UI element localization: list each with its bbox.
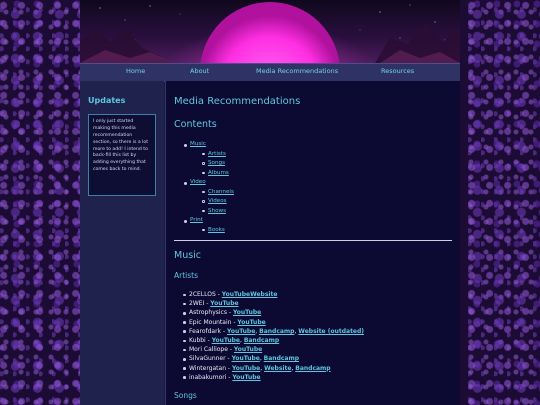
nav-link-about[interactable]: About — [190, 67, 209, 75]
toc-link-songs[interactable]: Songs — [208, 160, 225, 166]
artist-link-bandcamp[interactable]: Bandcamp — [244, 337, 279, 344]
artist-link-youtube[interactable]: YouTube — [212, 337, 240, 344]
toc-link-music[interactable]: Music — [190, 141, 206, 147]
toc-item: Channels — [202, 188, 234, 198]
artist-name: inabakumori — [189, 373, 227, 381]
toc-link-artists[interactable]: Artists — [208, 151, 226, 157]
artist-list-item: Astrophysics - YouTube — [182, 308, 364, 317]
artist-list-item: SilvaGunner - YouTube, Bandcamp — [182, 354, 364, 363]
artist-link-youtube[interactable]: YouTube — [234, 346, 262, 353]
toc-link-video[interactable]: Video — [190, 179, 206, 185]
toc-item: Books — [202, 226, 234, 236]
artist-list-item: Mori Calliope - YouTube — [182, 345, 364, 354]
artist-name: Kubbi — [189, 337, 206, 345]
artist-link-youtube[interactable]: YouTube — [227, 328, 255, 335]
header-banner — [80, 0, 460, 63]
artist-name: 2CELLOS — [189, 291, 216, 298]
toc-item: Music — [184, 140, 234, 150]
toc-link-albums[interactable]: Albums — [208, 170, 229, 176]
updates-note: I only just started making this media re… — [88, 114, 156, 196]
artist-link-youtube[interactable]: YouTube — [232, 374, 260, 381]
artist-link-youtube[interactable]: YouTube — [232, 355, 260, 362]
toc-item: Shows — [202, 207, 234, 217]
artist-link-bandcamp[interactable]: Bandcamp — [259, 328, 294, 335]
artist-link-youtube[interactable]: YouTube — [210, 300, 238, 307]
toc-item: Print — [184, 216, 234, 226]
toc-item: Songs — [202, 159, 234, 169]
contents-heading: Contents — [174, 119, 217, 130]
artist-link-youtube[interactable]: YouTube — [237, 319, 265, 326]
artist-name: Astrophysics — [189, 309, 227, 317]
toc-link-shows[interactable]: Shows — [208, 208, 226, 214]
nav-link-media-recommendations[interactable]: Media Recommendations — [256, 67, 338, 75]
artist-name: Wintergatan — [189, 364, 226, 372]
artists-list: 2CELLOS - YouTubeWebsite 2WEI - YouTube As… — [182, 290, 364, 382]
main-navigation: Home About Media Recommendations Resourc… — [80, 63, 460, 82]
artist-link-bandcamp[interactable]: Bandcamp — [264, 355, 299, 362]
sidebar-title: Updates — [88, 96, 126, 105]
artist-link-youtube[interactable]: YouTube — [232, 365, 260, 372]
toc-link-books[interactable]: Books — [208, 227, 225, 233]
toc-link-videos[interactable]: Videos — [208, 198, 227, 204]
artist-list-item: inabakumori - YouTube — [182, 373, 364, 382]
toc-item: Video — [184, 178, 234, 188]
music-heading: Music — [174, 250, 202, 261]
artist-list-item: 2CELLOS - YouTubeWebsite — [182, 290, 364, 299]
artist-list-item: Epic Mountain - YouTube — [182, 318, 364, 327]
artist-name: Epic Mountain — [189, 318, 232, 326]
songs-heading: Songs — [174, 391, 197, 400]
section-divider — [174, 240, 452, 241]
artist-name: Mori Calliope — [189, 346, 228, 354]
artist-link-youtube[interactable]: YouTube — [222, 291, 250, 298]
artists-heading: Artists — [174, 271, 198, 280]
toc-link-channels[interactable]: Channels — [208, 189, 234, 195]
artist-list-item: Wintergatan - YouTube, Website, Bandcamp — [182, 364, 364, 373]
toc-item: Videos — [202, 197, 234, 207]
sidebar: Updates I only just started making this … — [80, 81, 164, 405]
table-of-contents: Music Artists Songs Albums Video Channel… — [184, 140, 234, 236]
artist-name: Fearofdark — [189, 327, 222, 335]
artist-link-bandcamp[interactable]: Bandcamp — [295, 365, 330, 372]
main-content: Media Recommendations Contents Music Art… — [165, 81, 460, 405]
nav-link-home[interactable]: Home — [126, 67, 145, 75]
artist-list-item: Kubbi - YouTube, Bandcamp — [182, 336, 364, 345]
artist-link-website-outdated[interactable]: Website (outdated) — [298, 328, 364, 335]
nav-link-resources[interactable]: Resources — [381, 67, 414, 75]
page-title: Media Recommendations — [174, 96, 301, 107]
artist-list-item: 2WEI - YouTube — [182, 299, 364, 308]
synthwave-sun-banner-image — [80, 0, 460, 63]
artist-list-item: Fearofdark - YouTube, Bandcamp, Website … — [182, 327, 364, 336]
artist-link-website[interactable]: Website — [264, 365, 291, 372]
toc-item: Albums — [202, 169, 234, 179]
toc-link-print[interactable]: Print — [190, 217, 203, 223]
toc-item: Artists — [202, 150, 234, 160]
artist-link-website[interactable]: Website — [250, 291, 277, 298]
artist-link-youtube[interactable]: YouTube — [233, 309, 261, 316]
artist-name: SilvaGunner — [189, 355, 226, 363]
artist-name: 2WEI — [189, 300, 205, 308]
page-container: Home About Media Recommendations Resourc… — [80, 0, 460, 405]
